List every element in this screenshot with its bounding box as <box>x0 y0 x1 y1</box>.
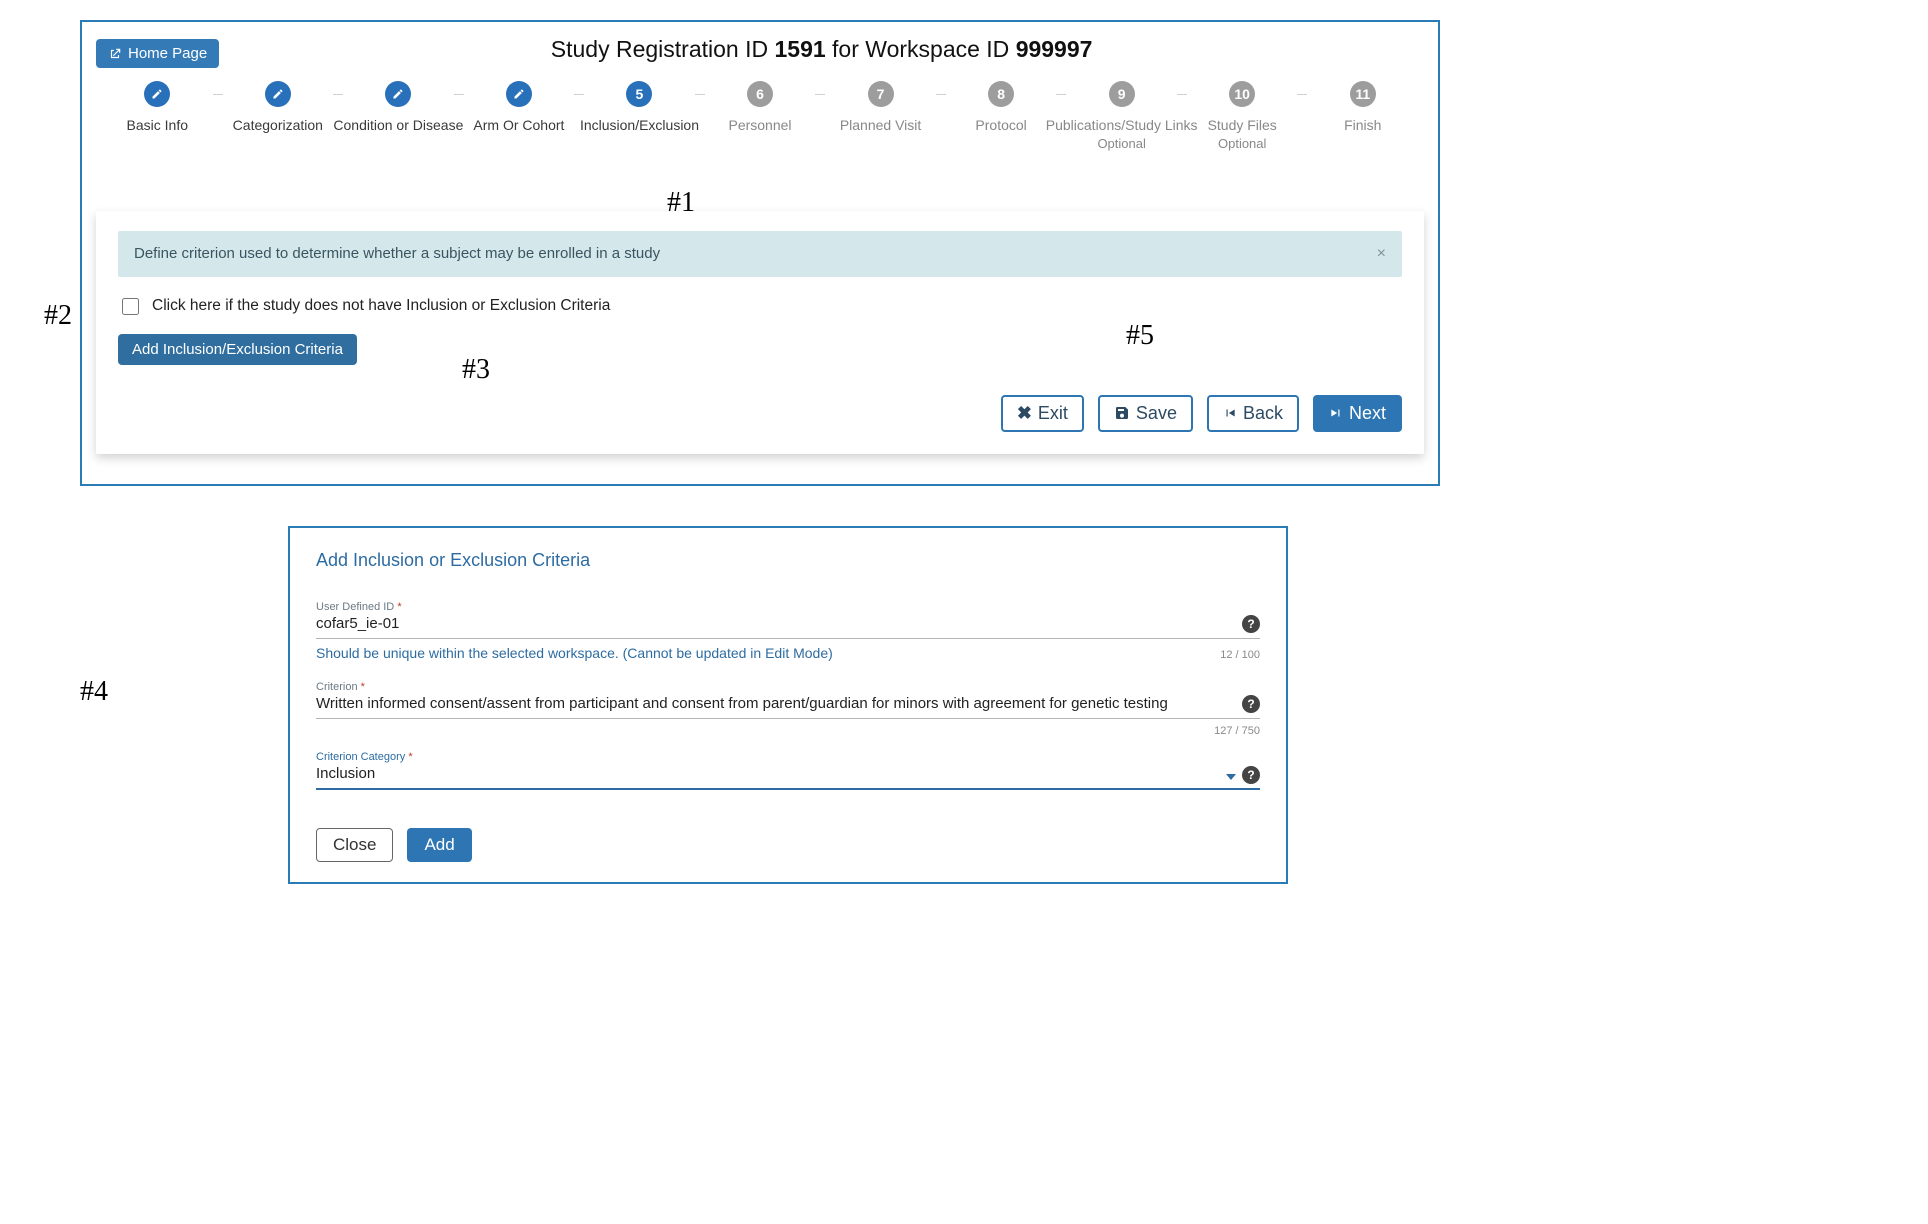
step-sublabel: Optional <box>1218 136 1266 151</box>
pencil-icon <box>265 81 291 107</box>
step-number: 11 <box>1350 81 1376 107</box>
wizard-step-5[interactable]: 5Inclusion/Exclusion <box>586 81 693 134</box>
annotation-4: #4 <box>80 676 108 708</box>
step-number: 7 <box>868 81 894 107</box>
step-label: Arm Or Cohort <box>473 117 564 134</box>
step-sublabel: Optional <box>1097 136 1145 151</box>
step-number: 9 <box>1109 81 1135 107</box>
wizard-step-10[interactable]: 10 Study Files Optional <box>1189 81 1296 151</box>
wizard-step-9[interactable]: 9Publications/Study LinksOptional <box>1068 81 1175 151</box>
step-number: 6 <box>747 81 773 107</box>
add-button[interactable]: Add <box>407 828 471 862</box>
home-page-button[interactable]: Home Page <box>96 39 219 68</box>
close-icon[interactable]: × <box>1377 245 1386 263</box>
pencil-icon <box>144 81 170 107</box>
wizard-step-6[interactable]: 6 Personnel <box>707 81 814 134</box>
close-button[interactable]: Close <box>316 828 393 862</box>
user-defined-id-counter: 12 / 100 <box>1220 649 1260 661</box>
user-defined-id-value[interactable]: cofar5_ie-01 <box>316 613 1260 639</box>
step-label: Protocol <box>975 117 1026 134</box>
wizard-step-3[interactable]: Condition or Disease <box>345 81 452 134</box>
wizard-step-2[interactable]: Categorization <box>225 81 332 134</box>
no-criteria-checkbox[interactable] <box>122 298 139 315</box>
home-page-label: Home Page <box>128 45 207 62</box>
criterion-field[interactable]: Criterion * Written informed consent/ass… <box>316 681 1260 719</box>
chevron-down-icon <box>1226 774 1236 780</box>
no-criteria-checkbox-row[interactable]: Click here if the study does not have In… <box>118 295 1402 318</box>
help-icon[interactable]: ? <box>1242 766 1260 784</box>
step-label: Categorization <box>233 117 323 134</box>
study-registration-panel: Home Page Study Registration ID 1591 for… <box>80 20 1440 486</box>
step-label: Personnel <box>728 117 791 134</box>
user-defined-id-hint: Should be unique within the selected wor… <box>316 645 833 661</box>
step-next-icon <box>1329 406 1343 420</box>
pencil-icon <box>385 81 411 107</box>
step-number: 10 <box>1229 81 1255 107</box>
save-icon <box>1114 405 1130 421</box>
criterion-category-field[interactable]: Criterion Category * Inclusion ? <box>316 751 1260 790</box>
exit-button[interactable]: ✖ Exit <box>1001 395 1084 432</box>
pencil-icon <box>506 81 532 107</box>
back-button[interactable]: Back <box>1207 395 1299 432</box>
info-banner-text: Define criterion used to determine wheth… <box>134 245 660 262</box>
criterion-category-value[interactable]: Inclusion <box>316 763 1260 790</box>
criterion-value[interactable]: Written informed consent/assent from par… <box>316 693 1260 719</box>
external-link-icon <box>108 47 122 61</box>
step-label: Inclusion/Exclusion <box>580 117 699 134</box>
help-icon[interactable]: ? <box>1242 615 1260 633</box>
step-label: Publications/Study Links <box>1046 117 1198 134</box>
step-number: 8 <box>988 81 1014 107</box>
wizard-step-1[interactable]: Basic Info <box>104 81 211 134</box>
step-label: Finish <box>1344 117 1381 134</box>
x-icon: ✖ <box>1017 403 1032 424</box>
step-label: Planned Visit <box>840 117 921 134</box>
help-icon[interactable]: ? <box>1242 695 1260 713</box>
criterion-counter: 127 / 750 <box>316 725 1260 737</box>
next-button[interactable]: Next <box>1313 395 1402 432</box>
wizard-step-11[interactable]: 11 Finish <box>1309 81 1416 134</box>
no-criteria-label: Click here if the study does not have In… <box>152 297 610 315</box>
modal-title: Add Inclusion or Exclusion Criteria <box>316 550 1260 571</box>
step-label: Study Files <box>1208 117 1277 134</box>
step-number: 5 <box>626 81 652 107</box>
save-button[interactable]: Save <box>1098 395 1193 432</box>
wizard-step-7[interactable]: 7 Planned Visit <box>827 81 934 134</box>
step-back-icon <box>1223 406 1237 420</box>
wizard-step-4[interactable]: Arm Or Cohort <box>466 81 573 134</box>
user-defined-id-field[interactable]: User Defined ID * cofar5_ie-01 ? <box>316 601 1260 639</box>
step-label: Condition or Disease <box>333 117 463 134</box>
add-criteria-button[interactable]: Add Inclusion/Exclusion Criteria <box>118 334 357 365</box>
annotation-2: #2 <box>44 300 72 332</box>
wizard-step-8[interactable]: 8 Protocol <box>948 81 1055 134</box>
info-banner: Define criterion used to determine wheth… <box>118 231 1402 277</box>
step-label: Basic Info <box>127 117 188 134</box>
wizard-steps: Basic Info Categorization Condition or Dis… <box>96 75 1424 151</box>
add-criteria-modal: Add Inclusion or Exclusion Criteria User… <box>288 526 1288 884</box>
criteria-card: Define criterion used to determine wheth… <box>96 211 1424 454</box>
page-title: Study Registration ID 1591 for Workspace… <box>219 36 1424 63</box>
wizard-nav-buttons: ✖ Exit Save Back Next <box>118 395 1402 432</box>
